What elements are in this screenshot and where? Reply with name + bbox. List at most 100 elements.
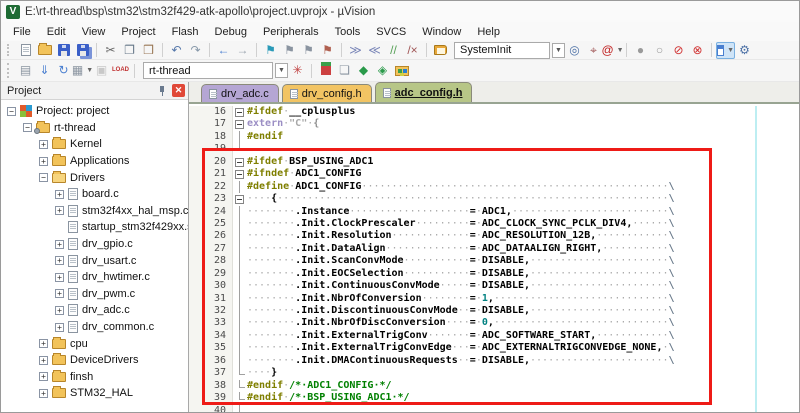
tree-item-drivers[interactable]: −Drivers — [1, 169, 188, 186]
redo-icon[interactable]: ↷ — [186, 42, 205, 59]
outdent-icon[interactable]: ≪ — [365, 42, 384, 59]
expand-icon[interactable]: + — [39, 372, 48, 381]
code-text[interactable]: ········.Init.ContinuousConvMode·····=·D… — [247, 280, 799, 292]
translate-file-icon[interactable]: ▤ — [16, 62, 35, 79]
save-file-icon[interactable] — [54, 42, 73, 59]
clear-bookmarks-icon[interactable]: ⚑ — [318, 42, 337, 59]
tree-item-rt-thread[interactable]: −rt-thread — [1, 120, 188, 137]
code-text[interactable]: ········.Init.Resolution·············=·A… — [247, 230, 799, 242]
expand-icon[interactable]: + — [39, 389, 48, 398]
tab-adc_config-h[interactable]: adc_config.h — [375, 82, 473, 102]
expand-icon[interactable]: + — [39, 339, 48, 348]
menu-view[interactable]: View — [74, 24, 114, 40]
search-menu-icon[interactable]: @▼ — [603, 42, 622, 59]
batch-build-icon[interactable]: ▦▼ — [73, 62, 92, 79]
code-text[interactable]: ········.Init.ClockPrescaler·········=·A… — [247, 218, 799, 230]
tab-drv_config-h[interactable]: drv_config.h — [282, 84, 372, 102]
expand-icon[interactable]: + — [55, 256, 64, 265]
find-text-combo[interactable]: SystemInit — [454, 42, 550, 59]
expand-icon[interactable]: + — [55, 323, 64, 332]
navigate-back-icon[interactable]: ← — [214, 42, 233, 59]
file-extensions-icon[interactable]: ❏ — [335, 62, 354, 79]
find-next-icon[interactable]: ⌖ — [584, 42, 603, 59]
enable-disable-breakpoint-icon[interactable]: ○ — [650, 42, 669, 59]
expand-icon[interactable]: + — [39, 356, 48, 365]
manage-run-time-environment-icon[interactable]: ◆ — [354, 62, 373, 79]
fold-collapse-icon[interactable] — [233, 156, 247, 168]
code-text[interactable]: #ifndef·ADC1_CONFIG — [247, 168, 799, 180]
build-icon[interactable]: ⇓ — [35, 62, 54, 79]
code-text[interactable]: ········.Init.ExternalTrigConv·······=·A… — [247, 330, 799, 342]
code-text[interactable]: #ifdef·__cplusplus — [247, 106, 799, 118]
next-bookmark-icon[interactable]: ⚑ — [299, 42, 318, 59]
window-layout-icon[interactable]: ▼ — [716, 42, 735, 59]
search-menu-dropdown-icon[interactable]: ▼ — [617, 42, 624, 59]
disable-all-breakpoints-icon[interactable]: ⊘ — [669, 42, 688, 59]
tree-item-devicedrivers[interactable]: +DeviceDrivers — [1, 352, 188, 369]
code-text[interactable]: #ifdef·BSP_USING_ADC1 — [247, 156, 799, 168]
tree-item-startup-stm32f429xx-s[interactable]: +startup_stm32f429xx.s — [1, 219, 188, 236]
find-text-dropdown-icon[interactable]: ▼ — [552, 43, 565, 58]
code-text[interactable] — [247, 143, 799, 155]
code-text[interactable] — [247, 405, 799, 413]
expand-icon[interactable]: + — [55, 206, 64, 215]
expand-icon[interactable]: + — [55, 240, 64, 249]
stop-build-icon[interactable]: ▣ — [92, 62, 111, 79]
paste-icon[interactable]: ❒ — [139, 42, 158, 59]
manage-project-items-icon[interactable] — [316, 62, 335, 79]
tab-drv_adc-c[interactable]: drv_adc.c — [201, 84, 279, 102]
tree-item-applications[interactable]: +Applications — [1, 153, 188, 170]
code-text[interactable]: ····} — [247, 367, 799, 379]
tree-item-finsh[interactable]: +finsh — [1, 369, 188, 386]
code-text[interactable]: ········.Instance····················=·A… — [247, 206, 799, 218]
open-file-icon[interactable] — [35, 42, 54, 59]
pin-icon[interactable] — [157, 85, 168, 96]
menu-file[interactable]: File — [5, 24, 39, 40]
expand-icon[interactable]: + — [55, 306, 64, 315]
code-text[interactable]: ········.Init.ExternalTrigConvEdge···=·A… — [247, 342, 799, 354]
tree-item-stm32f4xx-hal-msp-c[interactable]: +stm32f4xx_hal_msp.c — [1, 203, 188, 220]
code-text[interactable]: ········.Init.EOCSelection···········=·D… — [247, 268, 799, 280]
configuration-icon[interactable]: ⚙ — [735, 42, 754, 59]
menu-flash[interactable]: Flash — [164, 24, 207, 40]
code-text[interactable]: ········.Init.DMAContinuousRequests··=·D… — [247, 355, 799, 367]
previous-bookmark-icon[interactable]: ⚑ — [280, 42, 299, 59]
window-layout-dropdown-icon[interactable]: ▼ — [727, 42, 734, 59]
menu-project[interactable]: Project — [113, 24, 163, 40]
menu-window[interactable]: Window — [414, 24, 469, 40]
tree-item-drv-pwm-c[interactable]: +drv_pwm.c — [1, 286, 188, 303]
tree-item-drv-gpio-c[interactable]: +drv_gpio.c — [1, 236, 188, 253]
tree-item-drv-adc-c[interactable]: +drv_adc.c — [1, 302, 188, 319]
menu-edit[interactable]: Edit — [39, 24, 74, 40]
menu-svcs[interactable]: SVCS — [368, 24, 414, 40]
kill-all-breakpoints-icon[interactable]: ⊗ — [688, 42, 707, 59]
code-text[interactable]: ········.Init.ScanConvMode···········=·D… — [247, 255, 799, 267]
find-in-files-icon[interactable]: ◎ — [565, 42, 584, 59]
save-all-icon[interactable] — [73, 42, 92, 59]
code-text[interactable]: #endif·/*·BSP_USING_ADC1·*/ — [247, 392, 799, 404]
undo-icon[interactable]: ↶ — [167, 42, 186, 59]
download-icon[interactable]: LOAD — [111, 62, 130, 79]
select-software-packs-icon[interactable]: ◈ — [373, 62, 392, 79]
menu-help[interactable]: Help — [469, 24, 508, 40]
code-text[interactable]: #define·ADC1_CONFIG·····················… — [247, 181, 799, 193]
navigate-forward-icon[interactable]: → — [233, 42, 252, 59]
collapse-icon[interactable]: − — [23, 123, 32, 132]
tree-item-drv-usart-c[interactable]: +drv_usart.c — [1, 252, 188, 269]
close-icon[interactable]: ✕ — [172, 84, 185, 97]
fold-collapse-icon[interactable] — [233, 118, 247, 130]
copy-icon[interactable]: ❐ — [120, 42, 139, 59]
code-text[interactable]: ········.Init.NbrOfConversion········=·1… — [247, 293, 799, 305]
new-file-icon[interactable] — [16, 42, 35, 59]
code-text[interactable]: extern·"C"·{ — [247, 118, 799, 130]
expand-icon[interactable]: + — [39, 157, 48, 166]
code-text[interactable]: ····{···································… — [247, 193, 799, 205]
tree-item-kernel[interactable]: +Kernel — [1, 136, 188, 153]
tree-item-drv-common-c[interactable]: +drv_common.c — [1, 319, 188, 336]
options-for-target-icon[interactable]: ✳ — [288, 62, 307, 79]
expand-icon[interactable]: + — [55, 289, 64, 298]
fold-collapse-icon[interactable] — [233, 193, 247, 205]
toggle-breakpoint-icon[interactable]: ● — [631, 42, 650, 59]
open-include-file-icon[interactable] — [431, 42, 450, 59]
pack-installer-icon[interactable] — [392, 62, 411, 79]
